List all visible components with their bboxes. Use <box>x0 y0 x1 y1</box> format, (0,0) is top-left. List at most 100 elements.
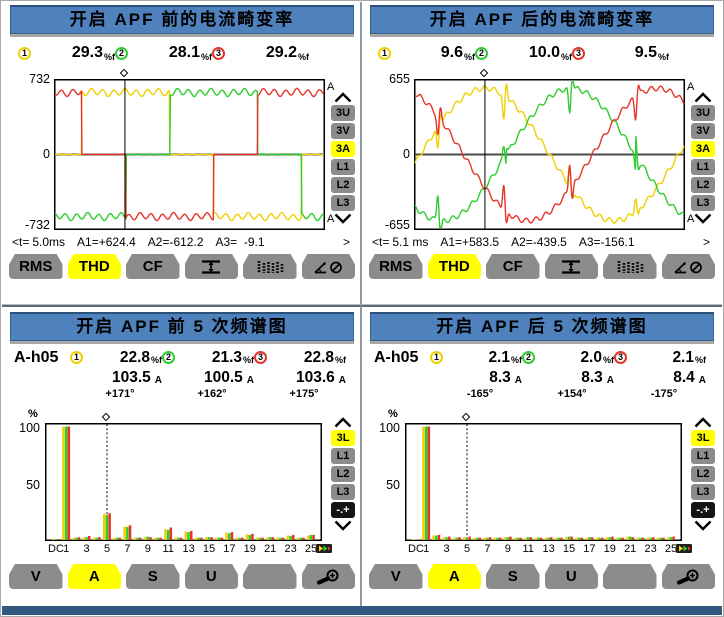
h05-phase-1: 122.8%f 103.5A +171° <box>70 348 162 401</box>
scroll-up-button[interactable] <box>693 417 713 428</box>
thd-button[interactable]: THD <box>428 254 482 279</box>
side-button--.+[interactable]: -.+ <box>331 502 355 518</box>
h05-amps: 100.5 <box>176 369 243 387</box>
side-button-l2[interactable]: L2 <box>691 466 715 482</box>
side-button-l1[interactable]: L1 <box>691 159 715 175</box>
y-axis-min: -732 <box>10 218 50 232</box>
harmonic-readings: A-h05 122.8%f 103.5A +171° 221.3%f 100.5… <box>14 348 346 401</box>
side-button-l2[interactable]: L2 <box>691 177 715 193</box>
h05-percent: 2.1 <box>627 349 694 367</box>
harmonic-tick-17: 17 <box>580 543 598 555</box>
thd-unit: %f <box>298 52 309 64</box>
a2-value: A2=-439.5 <box>511 235 567 249</box>
scroll-down-button[interactable] <box>693 520 713 531</box>
side-button-l3[interactable]: L3 <box>691 484 715 500</box>
panel-spectrum-before: 开启 APF 前 5 次频谱图 A-h05 122.8%f 103.5A +17… <box>2 305 362 606</box>
harmonic-tick-5: 5 <box>98 543 116 555</box>
next-harmonics-button[interactable] <box>676 544 692 553</box>
cursor-marker-icon[interactable] <box>120 69 128 77</box>
side-button-l2[interactable]: L2 <box>331 177 355 193</box>
side-button--.+[interactable]: -.+ <box>691 502 715 518</box>
peak-to-peak-button[interactable] <box>185 254 239 279</box>
cf-button[interactable]: CF <box>126 254 180 279</box>
rms-button[interactable]: RMS <box>369 254 423 279</box>
harmonic-axis-labels: DC135791113151719212325 <box>45 543 322 556</box>
side-button-l2[interactable]: L2 <box>331 466 355 482</box>
u-button[interactable]: U <box>185 564 239 589</box>
thd-button[interactable]: THD <box>68 254 122 279</box>
zoom-plus-button[interactable] <box>662 564 716 589</box>
scroll-up-button[interactable] <box>333 92 353 103</box>
cursor-marker-icon[interactable] <box>462 413 470 421</box>
channel-2-badge: 2 <box>475 47 488 60</box>
harmonic-bars-button[interactable] <box>243 254 297 279</box>
cf-button[interactable]: CF <box>486 254 540 279</box>
v-button[interactable]: V <box>9 564 63 589</box>
panel-spectrum-after: 开启 APF 后 5 次频谱图 A-h05 12.1%f 8.3A -165° … <box>362 305 722 606</box>
next-arrow[interactable]: > <box>343 235 350 249</box>
a3-value: A3=-156.1 <box>579 235 635 249</box>
h05-angle: +154° <box>522 388 614 401</box>
scroll-down-button[interactable] <box>333 213 353 224</box>
phasor-button[interactable] <box>302 254 356 279</box>
a-button[interactable]: A <box>428 564 482 589</box>
display-mode-sidebar: 3U 3V 3A L1 L2 L3 <box>688 92 718 224</box>
scroll-down-button[interactable] <box>333 520 353 531</box>
blank-button[interactable] <box>603 564 657 589</box>
side-button-3u[interactable]: 3U <box>691 105 715 121</box>
side-button-l3[interactable]: L3 <box>691 195 715 211</box>
thd-readings: 1 9.6 %f 2 10.0 %f 3 9.5 %f <box>378 42 688 64</box>
cursor-time-label[interactable]: <t= <box>372 235 389 249</box>
thd-value: 9.6 <box>391 44 463 62</box>
harmonic-bars-button[interactable] <box>603 254 657 279</box>
side-button-3l[interactable]: 3L <box>331 430 355 446</box>
s-button[interactable]: S <box>126 564 180 589</box>
next-harmonics-button[interactable] <box>316 544 332 553</box>
side-button-3v[interactable]: 3V <box>331 123 355 139</box>
u-button[interactable]: U <box>545 564 599 589</box>
y-axis-max: 655 <box>370 72 410 86</box>
s-button[interactable]: S <box>486 564 540 589</box>
harmonic-tick-9: 9 <box>139 543 157 555</box>
side-button-l1[interactable]: L1 <box>331 159 355 175</box>
waveform-chart <box>414 79 685 230</box>
cursor-time-label[interactable]: <t= <box>12 235 29 249</box>
harmonic-tick-13: 13 <box>180 543 198 555</box>
rms-button[interactable]: RMS <box>9 254 63 279</box>
display-mode-sidebar: 3L L1 L2 L3 -.+ <box>328 417 358 531</box>
thd-value: 29.3 <box>31 44 103 62</box>
a-button[interactable]: A <box>68 564 122 589</box>
amp-unit: A <box>607 375 614 388</box>
side-button-3u[interactable]: 3U <box>331 105 355 121</box>
channel-3-badge: 3 <box>254 351 267 364</box>
scroll-down-button[interactable] <box>693 213 713 224</box>
scroll-up-button[interactable] <box>693 92 713 103</box>
cursor-marker-icon[interactable] <box>102 413 110 421</box>
next-arrow[interactable]: > <box>703 235 710 249</box>
phasor-button[interactable] <box>662 254 716 279</box>
blank-button[interactable] <box>243 564 297 589</box>
h05-amps: 103.5 <box>84 369 151 387</box>
harmonic-tick-1: 1 <box>417 543 435 555</box>
cursor-time-value: 5.1 ms <box>392 235 428 249</box>
thd-reading-1: 1 9.6 %f <box>378 42 475 64</box>
thd-readings: 1 29.3 %f 2 28.1 %f 3 29.2 %f <box>18 42 328 64</box>
spectrum-chart <box>405 423 682 541</box>
h05-amps: 8.3 <box>444 369 511 387</box>
side-button-l3[interactable]: L3 <box>331 195 355 211</box>
scroll-up-button[interactable] <box>333 417 353 428</box>
v-button[interactable]: V <box>369 564 423 589</box>
side-button-3l[interactable]: 3L <box>691 430 715 446</box>
side-button-l1[interactable]: L1 <box>331 448 355 464</box>
cursor-marker-icon[interactable] <box>480 69 488 77</box>
zoom-plus-button[interactable] <box>302 564 356 589</box>
h05-phase-3: 32.1%f 8.4A -175° <box>614 348 706 401</box>
y-tick-100: 100 <box>12 421 40 435</box>
side-button-l1[interactable]: L1 <box>691 448 715 464</box>
side-button-3a[interactable]: 3A <box>331 141 355 157</box>
side-button-3a[interactable]: 3A <box>691 141 715 157</box>
peak-to-peak-button[interactable] <box>545 254 599 279</box>
side-button-l3[interactable]: L3 <box>331 484 355 500</box>
side-button-3v[interactable]: 3V <box>691 123 715 139</box>
display-mode-sidebar: 3U 3V 3A L1 L2 L3 <box>328 92 358 224</box>
